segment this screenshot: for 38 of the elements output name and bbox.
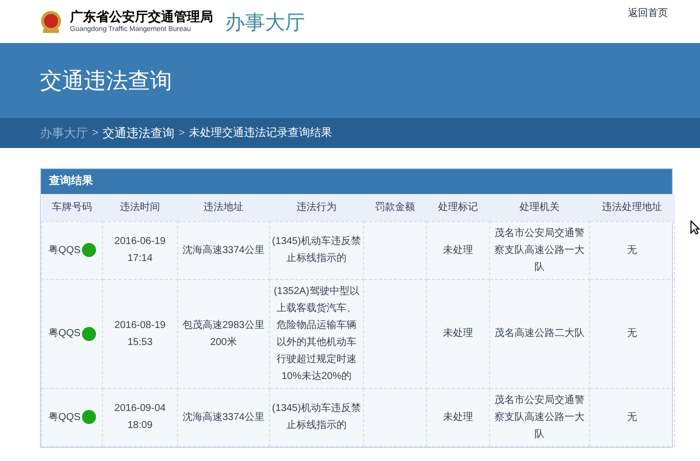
column-header: 处理标记	[426, 194, 490, 221]
handling-address: 无	[627, 328, 637, 339]
handling-agency: 茂名高速公路二大队	[494, 328, 584, 339]
violation-behavior: (1345)机动车违反禁止标线指示的	[272, 403, 361, 431]
violation-location: 包茂高速2983公里200米	[182, 320, 265, 348]
breadcrumb-separator: >	[178, 126, 185, 141]
column-header: 罚款金额	[364, 194, 426, 221]
page-title: 交通违法查询	[40, 67, 172, 95]
status: 未处理	[443, 244, 473, 256]
column-header: 车牌号码	[42, 194, 102, 221]
status: 未处理	[443, 328, 473, 339]
site-name: 办事大厅	[225, 8, 305, 36]
violation-behavior: (1345)机动车违反禁止标线指示的	[272, 236, 361, 264]
plate-number: 粤QQS	[48, 244, 81, 258]
column-header: 违法地址	[178, 194, 270, 221]
violation-behavior: (1352A)驾驶中型以上载客载货汽车、危险物品运输车辆以外的其他机动车行驶超过规定时速10%未达20%的	[274, 286, 360, 382]
handling-address: 无	[627, 412, 637, 422]
violation-location: 沈海高速3374公里	[182, 244, 265, 256]
logo-title: 广东省公安厅交通管理局	[70, 10, 213, 24]
home-link[interactable]: 返回首页	[628, 6, 668, 21]
panel-title: 查询结果	[49, 174, 93, 190]
handling-address: 无	[627, 244, 637, 256]
breadcrumb-link[interactable]: 交通违法查询	[102, 124, 174, 142]
violation-time: 2016-06-19 17:14	[114, 236, 166, 264]
violation-time: 2016-08-19 15:53	[114, 320, 166, 348]
violation-time: 2016-09-04 18:09	[114, 403, 166, 431]
handling-agency: 茂名市公安局交通警察支队高速公路一大队	[494, 394, 584, 440]
column-header: 违法行为	[270, 194, 364, 221]
column-header: 违法处理地址	[590, 194, 674, 221]
breadcrumb-separator: >	[92, 126, 98, 141]
column-header: 违法时间	[102, 194, 178, 221]
plate-number: 粤QQS	[48, 410, 81, 424]
breadcrumb-current: 未处理交通违法记录查询结果	[188, 126, 332, 141]
column-header: 处理机关	[490, 194, 590, 221]
violation-location: 沈海高速3374公里	[182, 412, 265, 422]
plate-number: 粤QQS	[48, 327, 81, 341]
handling-agency: 茂名市公安局交通警察支队高速公路一大队	[494, 228, 584, 272]
status: 未处理	[443, 412, 473, 422]
